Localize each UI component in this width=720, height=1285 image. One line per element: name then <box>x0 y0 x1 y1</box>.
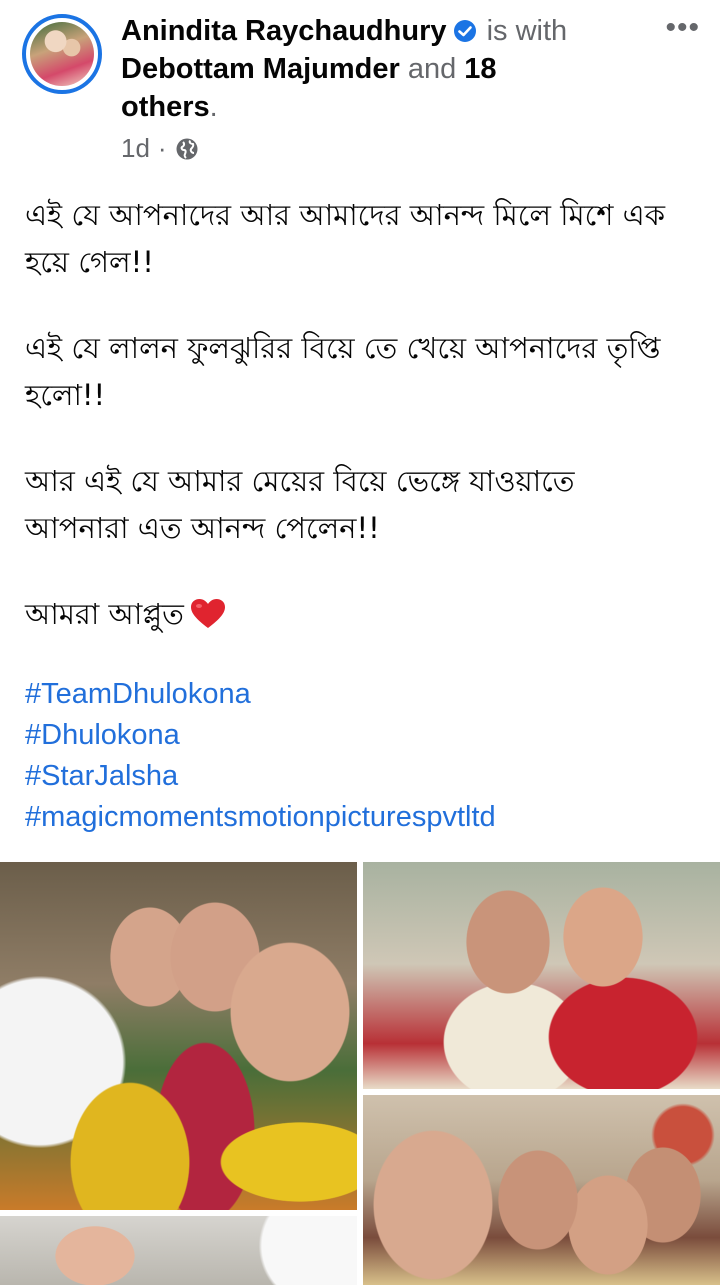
hashtag-link[interactable]: #Dhulokona <box>25 715 496 756</box>
and-label: and <box>407 53 457 85</box>
hashtag-link[interactable]: #magicmomentsmotionpicturespvtltd <box>25 797 496 838</box>
more-options-button[interactable]: ••• <box>665 13 700 43</box>
post-paragraph: আর এই যে আমার মেয়ের বিয়ে ভেঙ্গে যাওয়া… <box>25 464 575 545</box>
hashtag-link[interactable]: #StarJalsha <box>25 756 496 797</box>
avatar-photo <box>30 22 94 86</box>
post-body: এই যে আপনাদের আর আমাদের আনন্দ মিলে মিশে … <box>25 192 685 677</box>
post-paragraph-text: আমরা আপ্লুত <box>25 597 184 631</box>
post-header: Anindita Raychaudhury is with Debottam M… <box>121 12 591 126</box>
facebook-post: Anindita Raychaudhury is with Debottam M… <box>0 0 720 1285</box>
tagged-person-link[interactable]: Debottam Majumder <box>121 53 400 85</box>
verified-badge-icon <box>453 20 476 42</box>
post-paragraph: এই যে লালন ফুলঝুরির বিয়ে তে খেয়ে আপনাদ… <box>25 331 661 412</box>
author-avatar[interactable] <box>22 14 102 94</box>
post-meta: 1d · <box>121 133 199 164</box>
post-paragraph-last: আমরা আপ্লুত <box>25 591 685 638</box>
meta-separator: · <box>157 133 167 163</box>
author-name[interactable]: Anindita Raychaudhury <box>121 15 447 47</box>
red-heart-icon <box>190 599 225 628</box>
post-photo-group-smiling[interactable] <box>363 1095 720 1285</box>
post-timestamp[interactable]: 1d <box>121 133 150 164</box>
post-photo-wedding-couple[interactable] <box>363 862 720 1089</box>
post-photo-partial[interactable] <box>0 1216 357 1285</box>
globe-icon[interactable] <box>175 137 199 161</box>
post-photo-selfie-group[interactable] <box>0 862 357 1210</box>
with-label: is with <box>486 15 568 47</box>
header-period: . <box>209 91 218 123</box>
hashtag-link[interactable]: #TeamDhulokona <box>25 674 496 715</box>
hashtag-list: #TeamDhulokona #Dhulokona #StarJalsha #m… <box>25 674 496 838</box>
post-paragraph: এই যে আপনাদের আর আমাদের আনন্দ মিলে মিশে … <box>25 198 666 279</box>
